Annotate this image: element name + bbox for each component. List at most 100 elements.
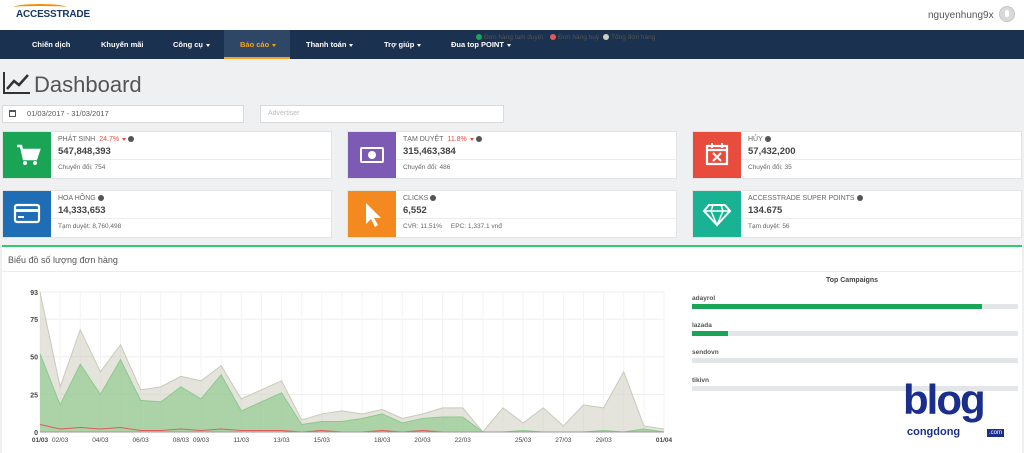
card-change: 24.7%	[99, 136, 120, 143]
nav-label: Trợ giúp	[384, 40, 415, 49]
divider	[741, 159, 1021, 160]
campaign-progress-fill	[692, 304, 983, 309]
legend-item[interactable]: Đơn hàng huỷ	[550, 34, 599, 41]
date-range-value: 01/03/2017 - 31/03/2017	[27, 109, 109, 118]
info-icon[interactable]	[856, 195, 863, 202]
advertiser-placeholder: Advertiser	[268, 110, 300, 117]
x-tick-label: 08/03	[173, 437, 190, 444]
legend-label: Đơn hàng tạm duyệt	[484, 34, 544, 41]
nav-khuyen-mai[interactable]: Khuyến mãi	[101, 30, 144, 59]
info-icon[interactable]	[764, 136, 771, 143]
card-sub: Tạm duyệt: 8,760,498	[58, 223, 122, 230]
blogcongdong-watermark: blog congdong .com	[903, 378, 1013, 448]
info-icon[interactable]	[128, 136, 135, 143]
legend-item[interactable]: Đơn hàng tạm duyệt	[476, 34, 543, 41]
card-label: HOA HỒNG	[58, 195, 104, 202]
credit-card-icon	[3, 191, 51, 237]
nav-thanh-toan[interactable]: Thanh toán	[306, 30, 354, 59]
info-icon[interactable]	[97, 195, 104, 202]
y-tick-label: 50	[30, 355, 38, 362]
info-icon[interactable]	[475, 136, 482, 143]
y-tick-label: 75	[30, 317, 38, 324]
card-sub: Chuyển đổi: 486	[403, 164, 451, 171]
nav-label: Khuyến mãi	[101, 40, 144, 49]
caret-down-icon	[122, 137, 127, 141]
date-range-picker[interactable]: 01/03/2017 - 31/03/2017	[2, 105, 244, 123]
watermark-suffix: .com	[987, 429, 1005, 437]
calendar-icon	[9, 110, 16, 117]
legend-item[interactable]: Tổng đơn hàng	[603, 34, 655, 41]
x-tick-label: 15/03	[314, 437, 331, 444]
card-phat-sinh[interactable]: PHÁT SINH 24.7% 547,848,393 Chuyển đổi: 7…	[2, 131, 332, 179]
card-label: TẠM DUYỆT 11.8%	[403, 136, 482, 143]
card-value: 14,333,653	[58, 205, 106, 216]
caret-down-icon	[206, 43, 210, 47]
y-tick-label: 0	[34, 430, 38, 437]
x-tick-label: 01/04	[656, 437, 673, 444]
chart-title: Biểu đồ số lượng đơn hàng	[8, 255, 118, 265]
nav-label: Đua top POINT	[451, 40, 504, 49]
caret-down-icon	[349, 43, 354, 47]
card-tam-duyet[interactable]: TẠM DUYỆT 11.8% 315,463,384 Chuyển đổi: 4…	[347, 131, 677, 179]
campaign-name[interactable]: sendovn	[692, 349, 719, 356]
campaign-name[interactable]: lazada	[692, 322, 712, 329]
card-super-points[interactable]: ACCESSTRADE SUPER POINTS 134.675 Tạm duy…	[692, 190, 1022, 238]
nav-bao-cao[interactable]: Báo cáo	[224, 30, 290, 59]
nav-label: Thanh toán	[306, 40, 347, 49]
divider	[2, 271, 1022, 272]
campaign-progress-bar	[692, 304, 1018, 309]
divider	[741, 218, 1021, 219]
nav-cong-cu[interactable]: Công cụ	[173, 30, 210, 59]
x-tick-label: 06/03	[133, 437, 150, 444]
card-value: 134.675	[748, 205, 783, 216]
campaign-progress-bar	[692, 358, 1018, 363]
user-avatar-icon[interactable]	[999, 6, 1015, 22]
card-clicks[interactable]: CLICKS 6,552 CVR: 11.51% EPC: 1,337.1 vn…	[347, 190, 677, 238]
accesstrade-logo[interactable]: ACCESSTRADE	[16, 9, 90, 20]
card-sub: Chuyển đổi: 754	[58, 164, 106, 171]
nav-label: Công cụ	[173, 40, 203, 49]
card-sub: Chuyển đổi: 35	[748, 164, 792, 171]
legend-dot-icon	[476, 34, 482, 41]
card-value: 547,848,393	[58, 146, 111, 157]
card-label-text: CLICKS	[403, 195, 429, 202]
x-tick-label: 02/03	[52, 437, 69, 444]
cash-icon	[348, 132, 396, 178]
x-tick-label: 01/03	[32, 437, 49, 444]
x-tick-label: 27/03	[555, 437, 572, 444]
campaign-name[interactable]: tikivn	[692, 377, 709, 384]
info-icon[interactable]	[430, 195, 437, 202]
divider	[396, 218, 676, 219]
card-label: CLICKS	[403, 195, 437, 202]
y-tick-label: 25	[30, 392, 38, 399]
campaign-progress-bar	[692, 331, 1018, 336]
card-label: ACCESSTRADE SUPER POINTS	[748, 195, 863, 202]
nav-chien-dich[interactable]: Chiến dịch	[32, 30, 70, 59]
x-tick-label: 09/03	[193, 437, 210, 444]
divider	[51, 159, 331, 160]
caret-down-icon	[469, 137, 474, 141]
card-change: 11.8%	[447, 136, 467, 143]
card-label-text: HỦY	[748, 136, 763, 143]
nav-label: Báo cáo	[240, 40, 270, 49]
advertiser-input[interactable]: Advertiser	[260, 105, 504, 123]
card-label-text: TẠM DUYỆT	[403, 136, 444, 143]
watermark-small: congdong	[907, 426, 961, 438]
trend-chart-icon	[2, 70, 32, 101]
card-huy[interactable]: HỦY 57,432,200 Chuyển đổi: 35	[692, 131, 1022, 179]
caret-down-icon	[506, 43, 511, 47]
card-value: 57,432,200	[748, 146, 796, 157]
legend-dot-icon	[603, 34, 609, 41]
caret-down-icon	[272, 43, 277, 47]
nav-label: Chiến dịch	[32, 40, 71, 49]
x-tick-label: 25/03	[515, 437, 532, 444]
x-tick-label: 18/03	[374, 437, 391, 444]
campaign-name[interactable]: adayrol	[692, 295, 715, 302]
username[interactable]: nguyenhung9x	[928, 10, 994, 21]
top-campaigns-title: Top Campaigns	[826, 277, 878, 284]
nav-tro-giup[interactable]: Trợ giúp	[384, 30, 422, 59]
y-tick-label: 93	[30, 290, 38, 297]
cart-icon	[3, 132, 51, 178]
card-hoa-hong[interactable]: HOA HỒNG 14,333,653 Tạm duyệt: 8,760,498	[2, 190, 332, 238]
card-sub: Tạm duyệt: 56	[748, 223, 790, 230]
